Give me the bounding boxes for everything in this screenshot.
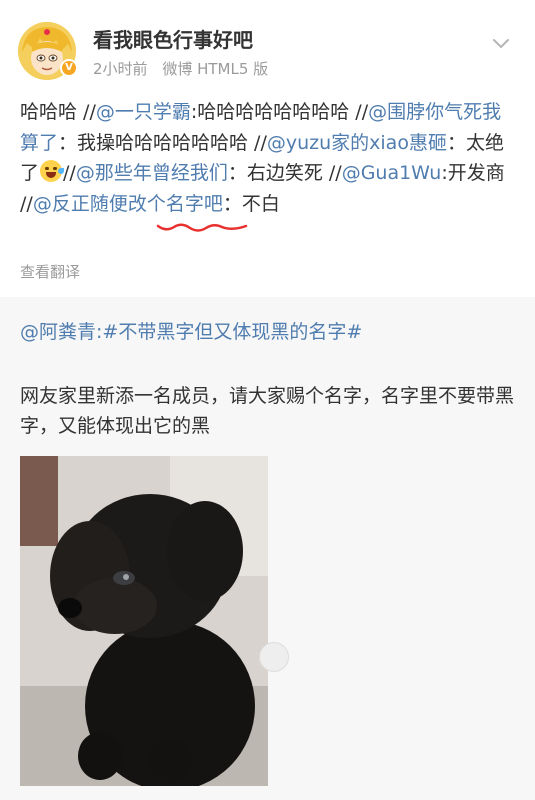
repost-text: 哈哈哈 //@一只学霸:哈哈哈哈哈哈哈哈 //@围脖你气死我算了：我操哈哈哈哈哈… xyxy=(20,97,520,219)
repost-text-segment: ：我操哈哈哈哈哈哈哈 // xyxy=(58,131,267,154)
mention-link[interactable]: @那些年曾经我们 xyxy=(76,162,228,184)
floating-button[interactable] xyxy=(259,642,289,672)
repost-text-segment: ：右边笑死 // xyxy=(227,162,342,184)
repost-text-segment: :哈哈哈哈哈哈哈哈 // xyxy=(190,101,369,123)
post-meta: 2小时前 微博 HTML5 版 xyxy=(93,58,278,79)
repost-text-segment: 哈哈哈 // xyxy=(20,101,96,123)
verified-badge-icon: V xyxy=(60,59,78,77)
original-hashtag[interactable]: :#不带黑字但又体现黑的名字# xyxy=(96,321,362,343)
original-post-body: 网友家里新添一名成员，请大家赐个名字，名字里不要带黑字，又能体现出它的黑 xyxy=(20,385,515,437)
mention-link[interactable]: @yuzu家的xiao惠砸 xyxy=(267,132,447,154)
mention-link[interactable]: @Gua1Wu xyxy=(342,162,442,184)
post-image-black-puppy[interactable] xyxy=(20,456,268,786)
post-source: 微博 HTML5 版 xyxy=(162,60,269,78)
original-author-mention[interactable]: @阿粪青 xyxy=(20,321,96,343)
post-time: 2小时前 xyxy=(93,60,148,78)
chevron-down-icon[interactable] xyxy=(490,32,512,54)
view-translation-link[interactable]: 查看翻译 xyxy=(20,261,80,282)
mention-link[interactable]: @反正随便改个名字吧 xyxy=(33,193,223,215)
post-header: V 看我眼色行事好吧 2小时前 微博 HTML5 版 xyxy=(0,0,535,90)
red-squiggle-annotation xyxy=(156,223,248,232)
repost-text-segment: // xyxy=(63,162,76,184)
mention-link[interactable]: @一只学霸 xyxy=(96,101,191,123)
repost-text-segment: ：不白 xyxy=(222,192,280,215)
author-name[interactable]: 看我眼色行事好吧 xyxy=(93,24,253,53)
laughing-tears-icon xyxy=(40,160,65,182)
original-post-title: @阿粪青:#不带黑字但又体现黑的名字# xyxy=(20,318,520,346)
